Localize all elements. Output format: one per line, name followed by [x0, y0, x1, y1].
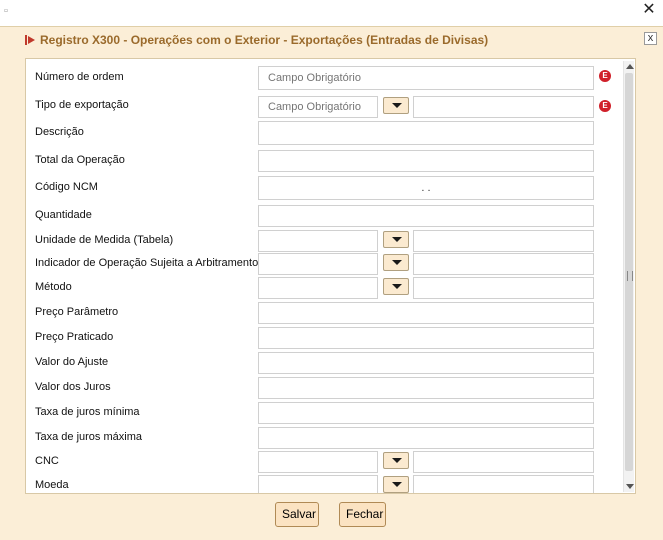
preco-parametro-input[interactable] — [258, 302, 594, 324]
moeda-dropdown-button[interactable] — [383, 476, 409, 493]
label-taxa-juros-minima: Taxa de juros mínima — [35, 406, 140, 418]
label-numero-ordem: Número de ordem — [35, 71, 124, 83]
descricao-input[interactable] — [258, 121, 594, 145]
form-panel: Número de ordem E Tipo de exportação E D… — [25, 58, 636, 494]
label-tipo-exportacao: Tipo de exportação — [35, 99, 129, 111]
label-preco-parametro: Preço Parâmetro — [35, 306, 119, 318]
quantidade-input[interactable] — [258, 205, 594, 227]
label-taxa-juros-maxima: Taxa de juros máxima — [35, 431, 142, 443]
close-button[interactable]: Fechar — [339, 502, 386, 527]
required-error-icon: E — [599, 100, 611, 112]
ncm-mask: . . — [421, 182, 431, 194]
codigo-ncm-input[interactable]: . . — [258, 176, 594, 200]
label-indicador-arbitramento: Indicador de Operação Sujeita a Arbitram… — [35, 257, 259, 269]
valor-ajuste-input[interactable] — [258, 352, 594, 374]
scroll-thumb[interactable] — [625, 73, 633, 471]
indicador-arbitramento-description-input — [413, 253, 594, 275]
cnc-dropdown-button[interactable] — [383, 452, 409, 469]
caret-down-icon — [392, 284, 402, 289]
tipo-exportacao-description-input — [413, 96, 594, 118]
indicador-arbitramento-dropdown-button[interactable] — [383, 254, 409, 271]
metodo-description-input — [413, 277, 594, 299]
tipo-exportacao-dropdown-button[interactable] — [383, 97, 409, 114]
record-arrow-icon — [25, 35, 35, 45]
cnc-description-input — [413, 451, 594, 473]
label-quantidade: Quantidade — [35, 209, 92, 221]
caret-down-icon — [392, 260, 402, 265]
form-scrollbar[interactable] — [623, 61, 634, 492]
label-descricao: Descrição — [35, 126, 84, 138]
label-metodo: Método — [35, 281, 72, 293]
save-button[interactable]: Salvar — [275, 502, 319, 527]
grip-icon — [627, 271, 633, 281]
taxa-juros-minima-input[interactable] — [258, 402, 594, 424]
label-cnc: CNC — [35, 455, 59, 467]
window-close-icon[interactable]: ✕ — [642, 1, 656, 19]
total-operacao-input[interactable] — [258, 150, 594, 172]
label-total-operacao: Total da Operação — [35, 154, 125, 166]
unidade-medida-dropdown-button[interactable] — [383, 231, 409, 248]
label-moeda: Moeda — [35, 479, 69, 491]
label-unidade-medida: Unidade de Medida (Tabela) — [35, 234, 174, 246]
taxa-juros-maxima-input[interactable] — [258, 427, 594, 449]
caret-down-icon — [392, 237, 402, 242]
scroll-down-arrow-icon[interactable] — [626, 484, 634, 489]
caret-down-icon — [392, 103, 402, 108]
app-icon: ▫ — [4, 5, 8, 17]
unidade-medida-code-input[interactable] — [258, 230, 378, 252]
caret-down-icon — [392, 458, 402, 463]
metodo-dropdown-button[interactable] — [383, 278, 409, 295]
tipo-exportacao-code-input[interactable] — [258, 96, 378, 118]
unidade-medida-description-input — [413, 230, 594, 252]
scroll-up-arrow-icon[interactable] — [626, 64, 634, 69]
dialog-title: Registro X300 - Operações com o Exterior… — [40, 33, 489, 47]
indicador-arbitramento-code-input[interactable] — [258, 253, 378, 275]
moeda-code-input[interactable] — [258, 475, 378, 493]
preco-praticado-input[interactable] — [258, 327, 594, 349]
caret-down-icon — [392, 482, 402, 487]
window-top-bar: ▫ ✕ — [0, 0, 663, 26]
label-valor-ajuste: Valor do Ajuste — [35, 356, 109, 368]
required-error-icon: E — [599, 70, 611, 82]
label-preco-praticado: Preço Praticado — [35, 331, 114, 343]
label-codigo-ncm: Código NCM — [35, 181, 98, 193]
numero-ordem-input[interactable] — [258, 66, 594, 90]
moeda-description-input — [413, 475, 594, 493]
dialog-x300: Registro X300 - Operações com o Exterior… — [0, 26, 663, 540]
cnc-code-input[interactable] — [258, 451, 378, 473]
metodo-code-input[interactable] — [258, 277, 378, 299]
valor-juros-input[interactable] — [258, 377, 594, 399]
label-valor-juros: Valor dos Juros — [35, 381, 111, 393]
dialog-close-icon[interactable]: x — [644, 32, 657, 45]
